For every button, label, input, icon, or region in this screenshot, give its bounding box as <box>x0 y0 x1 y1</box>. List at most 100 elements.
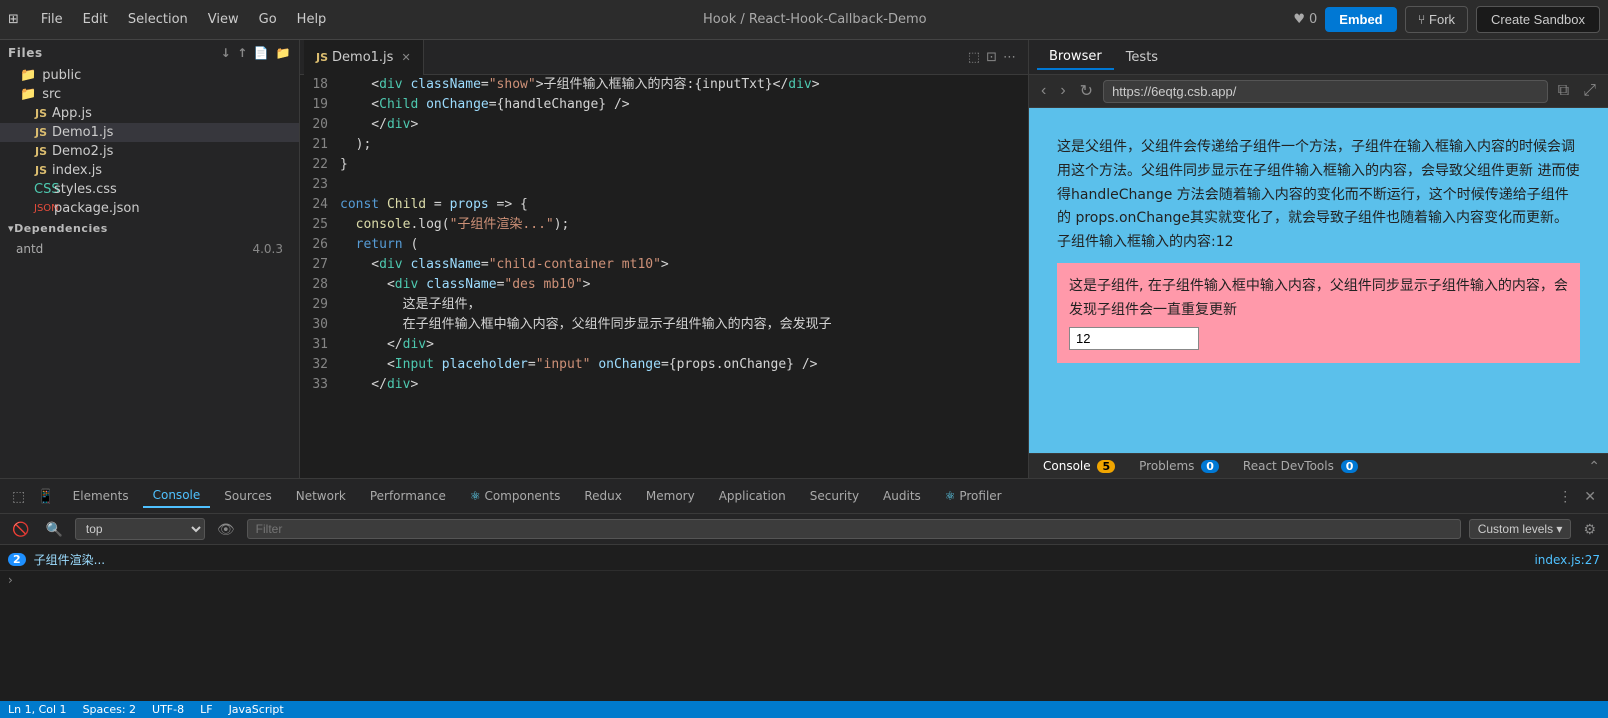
close-devtools-icon[interactable]: ✕ <box>1580 486 1600 507</box>
tab-components[interactable]: ⚛ Components <box>460 485 571 507</box>
dep-antd[interactable]: antd 4.0.3 <box>0 239 299 259</box>
code-line-19: 19 <Child onChange={handleChange} /> <box>300 95 1028 115</box>
code-line-33: 33 </div> <box>300 375 1028 395</box>
file-stylescss[interactable]: CSS styles.css <box>0 180 299 199</box>
nav-forward-button[interactable]: › <box>1056 80 1069 102</box>
eye-icon[interactable]: 👁 <box>213 519 239 540</box>
deps-section-header[interactable]: ▾ Dependencies <box>0 218 299 239</box>
file-demo1js[interactable]: JS Demo1.js <box>0 123 299 142</box>
expand-panel-button[interactable]: ⌃ <box>1588 458 1600 475</box>
file-demo2js[interactable]: JS Demo2.js <box>0 142 299 161</box>
code-line-25: 25 console.log("子组件渲染..."); <box>300 215 1028 235</box>
file-indexjs[interactable]: JS index.js <box>0 161 299 180</box>
menu-selection[interactable]: Selection <box>118 8 198 31</box>
status-encoding: UTF-8 <box>152 703 184 716</box>
console-arrow-row: › <box>0 571 1608 589</box>
tab-sources[interactable]: Sources <box>214 485 281 507</box>
editor-tab-demo1js[interactable]: JS Demo1.js ✕ <box>304 40 424 75</box>
tab-network[interactable]: Network <box>286 485 356 507</box>
console-row-1: 2 子组件渲染... index.js:27 <box>0 549 1608 571</box>
devtools-device-icon[interactable]: 📱 <box>33 486 58 507</box>
bb-tab-problems[interactable]: Problems 0 <box>1133 457 1225 475</box>
status-spaces: Spaces: 2 <box>83 703 136 716</box>
folder-icon-src: 📁 <box>20 87 36 102</box>
collapse-panel-icon[interactable]: ⊡ <box>986 50 997 65</box>
tab-browser[interactable]: Browser <box>1037 45 1114 70</box>
tab-security[interactable]: Security <box>800 485 869 507</box>
sort-down-icon[interactable]: ↓ <box>221 46 232 60</box>
clear-console-icon[interactable]: 🚫 <box>8 519 33 540</box>
deps-label: Dependencies <box>14 222 108 235</box>
tab-application[interactable]: Application <box>709 485 796 507</box>
console-badge: 5 <box>1097 460 1115 473</box>
code-line-32: 32 <Input placeholder="input" onChange={… <box>300 355 1028 375</box>
code-line-18: 18 <div className="show">子组件输入框输入的内容:{in… <box>300 75 1028 95</box>
settings-icon[interactable]: ⚙ <box>1579 519 1600 540</box>
tab-performance[interactable]: Performance <box>360 485 456 507</box>
json-file-icon: JSON <box>34 203 48 214</box>
create-sandbox-button[interactable]: Create Sandbox <box>1476 6 1600 33</box>
more-tabs-icon[interactable]: ⋮ <box>1554 486 1576 507</box>
grid-icon[interactable]: ⊞ <box>8 12 19 27</box>
nav-back-button[interactable]: ‹ <box>1037 80 1050 102</box>
nav-refresh-button[interactable]: ↻ <box>1076 79 1097 103</box>
filter-icon[interactable]: 🔍 <box>41 519 66 540</box>
tab-tests[interactable]: Tests <box>1114 46 1170 69</box>
split-editor-icon[interactable]: ⬚ <box>968 50 980 65</box>
files-header-icons[interactable]: ↓ ↑ 📄 📁 <box>221 46 291 60</box>
menu-go[interactable]: Go <box>249 8 287 31</box>
folder-icon: 📁 <box>20 68 36 83</box>
custom-levels-button[interactable]: Custom levels ▾ <box>1469 519 1572 539</box>
menu-file[interactable]: File <box>31 8 73 31</box>
tab-close-icon[interactable]: ✕ <box>401 51 410 64</box>
embed-button[interactable]: Embed <box>1325 7 1396 32</box>
browser-content: 这是父组件，父组件会传递给子组件一个方法，子组件在输入框输入内容的时候会调用这个… <box>1029 108 1608 453</box>
menu-edit[interactable]: Edit <box>73 8 118 31</box>
external-link-icon[interactable]: ⧉ <box>1554 80 1573 102</box>
file-demo1js-label: Demo1.js <box>52 125 113 140</box>
code-editor: JS Demo1.js ✕ ⬚ ⊡ ⋯ 18 <div className="s… <box>300 40 1028 478</box>
menu-help[interactable]: Help <box>287 8 337 31</box>
tab-console[interactable]: Console <box>143 484 211 508</box>
js-file-icon-2: JS <box>34 126 48 139</box>
sort-up-icon[interactable]: ↑ <box>237 46 248 60</box>
tab-audits[interactable]: Audits <box>873 485 931 507</box>
bb-tab-reactdevtools[interactable]: React DevTools 0 <box>1237 457 1364 475</box>
console-file-ref[interactable]: index.js:27 <box>1534 553 1600 567</box>
js-file-icon: JS <box>34 107 48 120</box>
heart-icon: ♥ <box>1293 12 1305 27</box>
expand-browser-icon[interactable]: ⤢ <box>1579 80 1600 102</box>
react-icon-2: ⚛ <box>945 489 960 503</box>
file-demo2js-label: Demo2.js <box>52 144 113 159</box>
menu-view[interactable]: View <box>198 8 249 31</box>
file-stylescss-label: styles.css <box>54 182 117 197</box>
new-file-icon[interactable]: 📄 <box>254 46 270 60</box>
bb-tab-console[interactable]: Console 5 <box>1037 457 1121 475</box>
context-select[interactable]: top <box>75 518 205 540</box>
dep-antd-name: antd <box>16 242 43 256</box>
code-line-24: 24 const Child = props => { <box>300 195 1028 215</box>
filter-input[interactable] <box>247 519 1461 539</box>
folder-public[interactable]: 📁 public <box>0 66 299 85</box>
tab-redux[interactable]: Redux <box>574 485 632 507</box>
more-options-icon[interactable]: ⋯ <box>1003 50 1016 65</box>
tab-profiler[interactable]: ⚛ Profiler <box>935 485 1012 507</box>
console-count-badge: 2 <box>8 553 26 566</box>
devtools-inspect-icon[interactable]: ⬚ <box>8 486 29 507</box>
child-input[interactable] <box>1069 327 1199 350</box>
code-line-31: 31 </div> <box>300 335 1028 355</box>
new-folder-icon[interactable]: 📁 <box>275 46 291 60</box>
url-bar-input[interactable] <box>1103 80 1548 103</box>
file-packagejson[interactable]: JSON package.json <box>0 199 299 218</box>
tab-elements[interactable]: Elements <box>63 485 139 507</box>
files-header: Files ↓ ↑ 📄 📁 <box>0 40 299 66</box>
file-appjs[interactable]: JS App.js <box>0 104 299 123</box>
top-menu-bar: ⊞ File Edit Selection View Go Help Hook … <box>0 0 1608 40</box>
child-text: 这是子组件, 在子组件输入框中输入内容，父组件同步显示子组件输入的内容，会发现子… <box>1069 278 1568 318</box>
fork-button[interactable]: ⑂ Fork <box>1405 6 1468 33</box>
tab-memory[interactable]: Memory <box>636 485 705 507</box>
folder-src[interactable]: 📁 src <box>0 85 299 104</box>
reactdevtools-badge: 0 <box>1341 460 1359 473</box>
devtools-toolbar: 🚫 🔍 top 👁 Custom levels ▾ ⚙ <box>0 514 1608 545</box>
code-content[interactable]: 18 <div className="show">子组件输入框输入的内容:{in… <box>300 75 1028 478</box>
